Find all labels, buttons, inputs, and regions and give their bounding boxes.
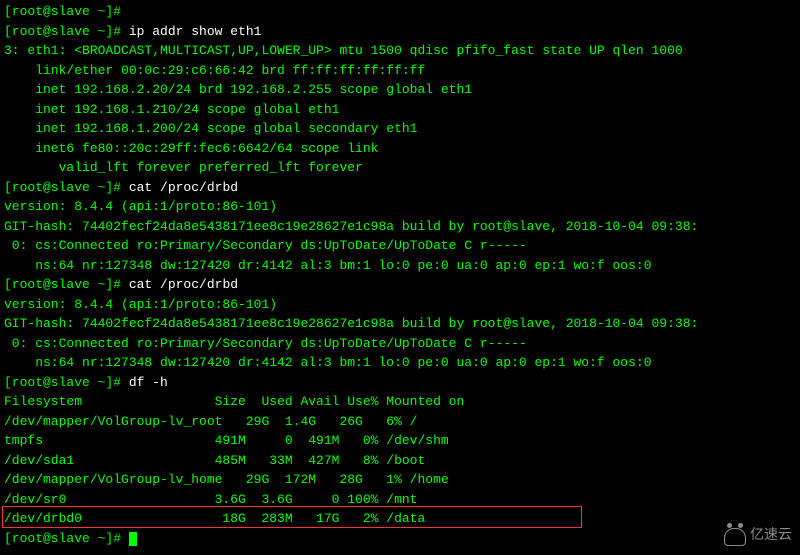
cloud-icon bbox=[724, 528, 746, 546]
ip-inet3: inet 192.168.1.200/24 scope global secon… bbox=[4, 119, 796, 139]
cursor-block bbox=[129, 532, 137, 546]
prompt-line-ip: [root@slave ~]# ip addr show eth1 bbox=[4, 22, 796, 42]
ip-link-ether: link/ether 00:0c:29:c6:66:42 brd ff:ff:f… bbox=[4, 61, 796, 81]
df-row-sda1: /dev/sda1 485M 33M 427M 8% /boot bbox=[4, 451, 796, 471]
df-row-tmpfs: tmpfs 491M 0 491M 0% /dev/shm bbox=[4, 431, 796, 451]
prompt-line-cursor[interactable]: [root@slave ~]# bbox=[4, 529, 796, 549]
ip-inet6: inet6 fe80::20c:29ff:fec6:6642/64 scope … bbox=[4, 139, 796, 159]
df-row-home: /dev/mapper/VolGroup-lv_home 29G 172M 28… bbox=[4, 470, 796, 490]
drbd-stats1: ns:64 nr:127348 dw:127420 dr:4142 al:3 b… bbox=[4, 256, 796, 276]
df-row-drbd0: /dev/drbd0 18G 283M 17G 2% /data bbox=[4, 509, 796, 529]
watermark-text: 亿速云 bbox=[750, 526, 792, 547]
drbd-stats2: ns:64 nr:127348 dw:127420 dr:4142 al:3 b… bbox=[4, 353, 796, 373]
drbd-git2: GIT-hash: 74402fecf24da8e5438171ee8c19e2… bbox=[4, 314, 796, 334]
prompt-line-drbd1: [root@slave ~]# cat /proc/drbd bbox=[4, 178, 796, 198]
drbd-version2: version: 8.4.4 (api:1/proto:86-101) bbox=[4, 295, 796, 315]
prompt-line-df: [root@slave ~]# df -h bbox=[4, 373, 796, 393]
prompt-line-drbd2: [root@slave ~]# cat /proc/drbd bbox=[4, 275, 796, 295]
drbd-version1: version: 8.4.4 (api:1/proto:86-101) bbox=[4, 197, 796, 217]
df-row-sr0: /dev/sr0 3.6G 3.6G 0 100% /mnt bbox=[4, 490, 796, 510]
cmd-df-h: df -h bbox=[129, 375, 168, 390]
ip-header: 3: eth1: <BROADCAST,MULTICAST,UP,LOWER_U… bbox=[4, 41, 796, 61]
partial-prev-line: [root@slave ~]# bbox=[4, 2, 796, 22]
cmd-ip-addr: ip addr show eth1 bbox=[129, 24, 262, 39]
drbd-git1: GIT-hash: 74402fecf24da8e5438171ee8c19e2… bbox=[4, 217, 796, 237]
drbd-conn2: 0: cs:Connected ro:Primary/Secondary ds:… bbox=[4, 334, 796, 354]
ip-inet1: inet 192.168.2.20/24 brd 192.168.2.255 s… bbox=[4, 80, 796, 100]
ip-inet2: inet 192.168.1.210/24 scope global eth1 bbox=[4, 100, 796, 120]
df-row-root: /dev/mapper/VolGroup-lv_root 29G 1.4G 26… bbox=[4, 412, 796, 432]
drbd-conn1: 0: cs:Connected ro:Primary/Secondary ds:… bbox=[4, 236, 796, 256]
df-header: Filesystem Size Used Avail Use% Mounted … bbox=[4, 392, 796, 412]
ip-valid-lft: valid_lft forever preferred_lft forever bbox=[4, 158, 796, 178]
watermark: 亿速云 bbox=[724, 526, 792, 547]
cmd-cat-drbd1: cat /proc/drbd bbox=[129, 180, 238, 195]
cmd-cat-drbd2: cat /proc/drbd bbox=[129, 277, 238, 292]
